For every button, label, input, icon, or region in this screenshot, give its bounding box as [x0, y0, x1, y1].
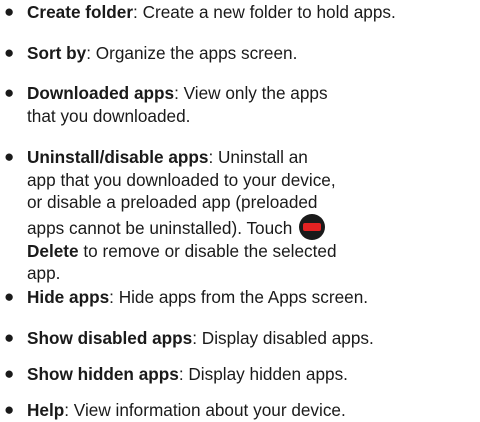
- item-description: : Display disabled apps.: [192, 328, 374, 348]
- item-term: Uninstall/disable apps: [27, 147, 209, 167]
- item-description: : View information about your device.: [64, 400, 346, 420]
- bullet: ●: [4, 328, 15, 347]
- item-description: : Display hidden apps.: [178, 364, 348, 384]
- bullet: ●: [4, 43, 15, 62]
- item-term: Help: [27, 400, 65, 420]
- bullet: ●: [4, 147, 15, 166]
- item-term: Show hidden apps: [27, 364, 179, 384]
- list-item-show-hidden-apps: ● Show hidden apps: Display hidden apps.: [0, 363, 480, 386]
- item-term: Downloaded apps: [27, 83, 175, 103]
- item-text: Help: View information about your device…: [27, 399, 478, 422]
- item-text: Sort by: Organize the apps screen.: [27, 42, 478, 65]
- bullet: ●: [4, 287, 15, 306]
- item-description: : Create a new folder to hold apps.: [133, 2, 396, 22]
- item-text: Create folder: Create a new folder to ho…: [27, 1, 478, 24]
- list-item-sort-by: ● Sort by: Organize the apps screen.: [0, 42, 480, 65]
- item-term: Create folder: [27, 2, 134, 22]
- item-description: : Organize the apps screen.: [86, 43, 298, 63]
- list-item-show-disabled-apps: ● Show disabled apps: Display disabled a…: [0, 327, 480, 350]
- delete-action-label: Delete: [27, 240, 79, 261]
- bullet: ●: [4, 83, 15, 102]
- item-text: Downloaded apps: View only the apps that…: [27, 82, 342, 127]
- item-term: Show disabled apps: [27, 328, 193, 348]
- delete-icon: [299, 213, 326, 240]
- item-text: Hide apps: Hide apps from the Apps scree…: [27, 286, 478, 309]
- list-item-help: ● Help: View information about your devi…: [0, 399, 480, 422]
- list-item-downloaded-apps: ● Downloaded apps: View only the apps th…: [0, 82, 480, 127]
- item-text: Show disabled apps: Display disabled app…: [27, 327, 478, 350]
- list-item-uninstall-disable-apps: ● Uninstall/disable apps: Uninstall an a…: [0, 146, 480, 285]
- bullet: ●: [4, 400, 15, 419]
- item-text: Show hidden apps: Display hidden apps.: [27, 363, 478, 386]
- bullet: ●: [4, 364, 15, 383]
- item-term: Sort by: [27, 43, 87, 63]
- menu-options-document: ● Create folder: Create a new folder to …: [0, 0, 480, 422]
- list-item-hide-apps: ● Hide apps: Hide apps from the Apps scr…: [0, 286, 480, 309]
- item-description: : Hide apps from the Apps screen.: [109, 287, 369, 307]
- item-text: Uninstall/disable apps: Uninstall an app…: [27, 146, 337, 285]
- bullet: ●: [4, 2, 15, 21]
- item-term: Hide apps: [27, 287, 110, 307]
- list-item-create-folder: ● Create folder: Create a new folder to …: [0, 1, 480, 24]
